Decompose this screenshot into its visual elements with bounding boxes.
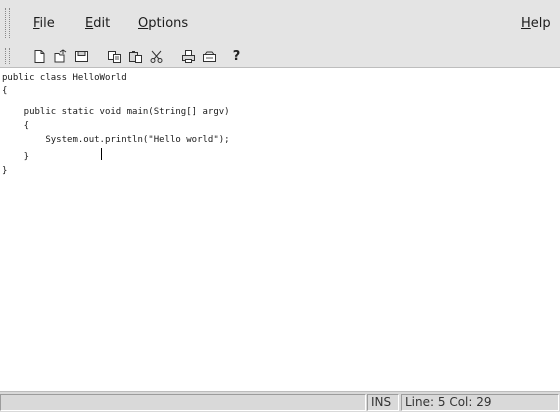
copy-icon <box>108 51 121 63</box>
help-button[interactable]: ? <box>228 48 245 65</box>
open-file-icon <box>54 49 67 63</box>
toolbar-grip[interactable] <box>5 48 10 64</box>
open-file-button[interactable] <box>52 48 69 65</box>
paste-button[interactable] <box>127 48 144 65</box>
code-line-2: { <box>2 86 8 96</box>
code-line-3: public static void main(String[] argv) <box>2 107 230 117</box>
menu-help[interactable]: Help <box>521 16 551 31</box>
text-editor-area[interactable]: public class HelloWorld { public static … <box>0 69 560 390</box>
cursor-position-indicator: Line: 5 Col: 29 <box>401 394 559 411</box>
print-icon <box>182 50 195 63</box>
help-icon: ? <box>232 49 241 64</box>
toolbar: ? <box>0 45 560 68</box>
paste-icon <box>129 51 142 63</box>
print-preview-button[interactable] <box>201 48 218 65</box>
cut-icon <box>150 50 163 63</box>
menu-bar-grip[interactable] <box>5 8 10 38</box>
status-message-field <box>0 394 366 411</box>
menu-bar: File Edit Options Help <box>0 0 560 45</box>
insert-mode-indicator: INS <box>367 394 399 411</box>
new-file-icon <box>34 50 45 63</box>
cut-button[interactable] <box>148 48 165 65</box>
code-line-5: System.out.println("Hello world"); <box>2 135 230 145</box>
new-file-button[interactable] <box>31 48 48 65</box>
save-icon <box>75 51 88 62</box>
status-bar: INS Line: 5 Col: 29 <box>0 391 560 412</box>
menu-options[interactable]: Options <box>138 16 188 31</box>
save-button[interactable] <box>73 48 90 65</box>
print-preview-icon <box>203 51 216 62</box>
menu-file[interactable]: File <box>33 16 55 31</box>
menu-edit[interactable]: Edit <box>85 16 110 31</box>
code-line-1: public class HelloWorld <box>2 73 127 83</box>
code-line-6: } <box>2 152 30 162</box>
copy-button[interactable] <box>106 48 123 65</box>
text-caret <box>101 148 102 160</box>
print-button[interactable] <box>180 48 197 65</box>
code-line-7: } <box>2 166 8 176</box>
code-line-4: { <box>2 121 30 131</box>
